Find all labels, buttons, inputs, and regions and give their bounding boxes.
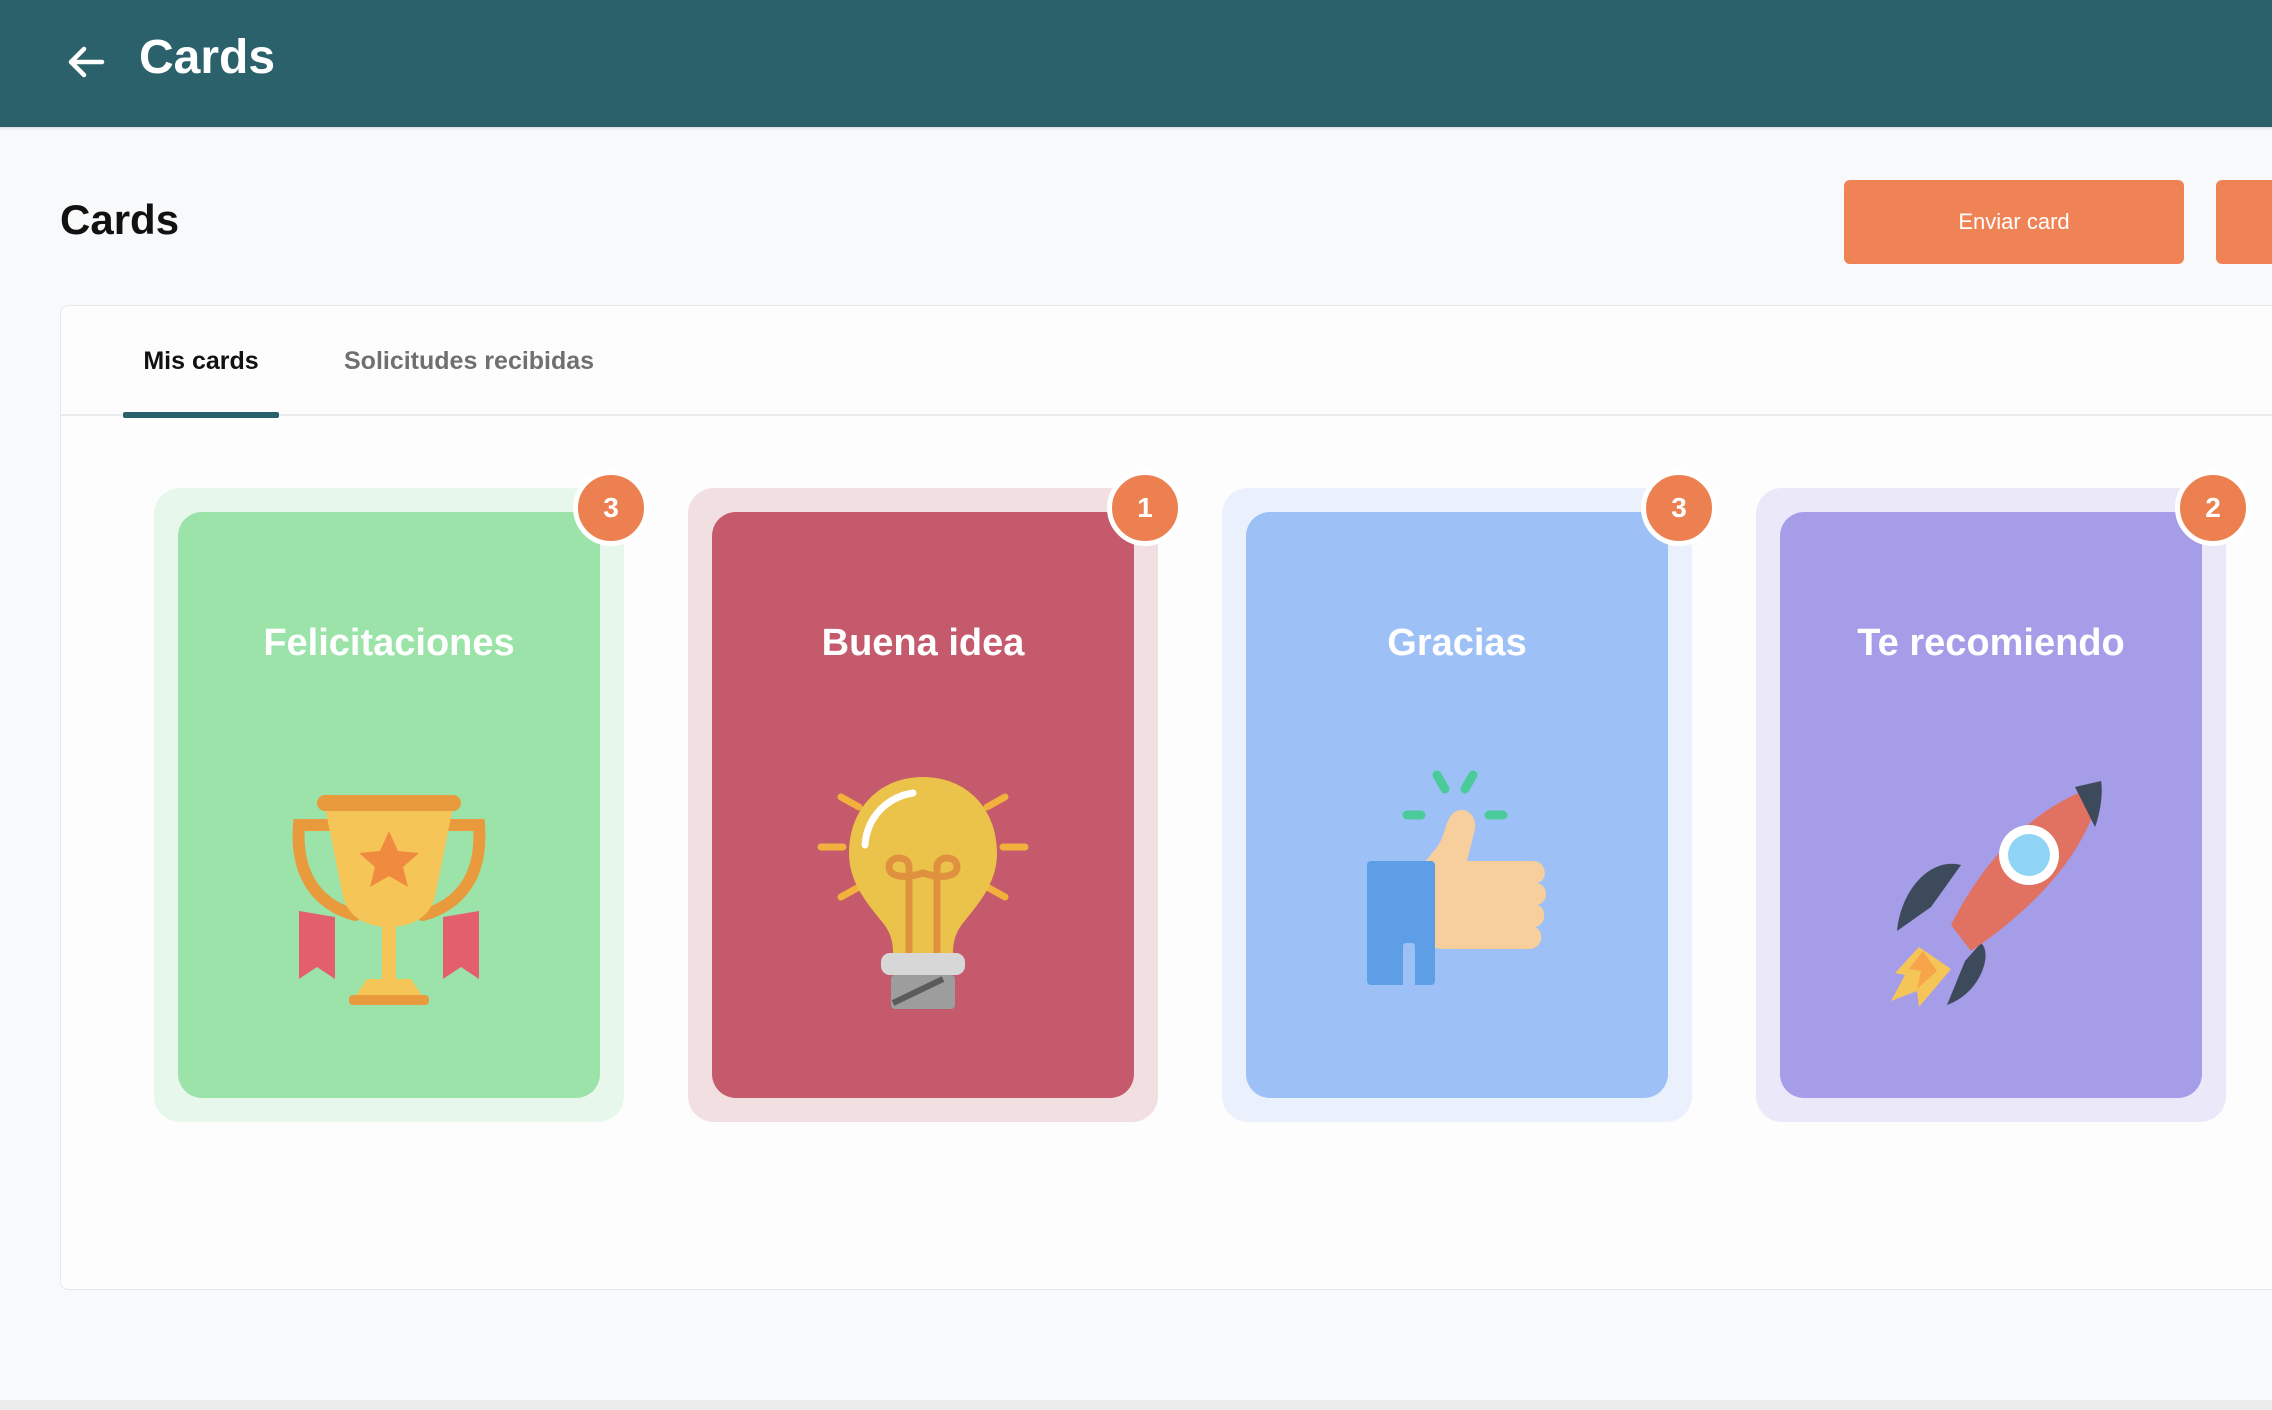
card-te-recomiendo[interactable]: Te recomiendo 2 bbox=[1756, 470, 2251, 1122]
card-face: Gracias bbox=[1246, 512, 1668, 1098]
card-face: Buena idea bbox=[712, 512, 1134, 1098]
arrow-left-icon bbox=[68, 46, 105, 78]
secondary-action-button[interactable] bbox=[2216, 180, 2272, 264]
top-app-bar: Cards bbox=[0, 0, 2272, 127]
rocket-icon bbox=[1891, 781, 2102, 1007]
tab-solicitudes-recibidas[interactable]: Solicitudes recibidas bbox=[344, 306, 594, 416]
trophy-icon bbox=[292, 795, 486, 1005]
card-title: Felicitaciones bbox=[263, 622, 515, 664]
card-gracias[interactable]: Gracias 3 bbox=[1222, 470, 1717, 1122]
card-title: Gracias bbox=[1387, 622, 1527, 664]
card-face: Te recomiendo bbox=[1780, 512, 2202, 1098]
send-card-button[interactable]: Enviar card bbox=[1844, 180, 2184, 264]
card-face: Felicitaciones bbox=[178, 512, 600, 1098]
bottom-divider bbox=[0, 1400, 2272, 1410]
card-title: Buena idea bbox=[821, 622, 1025, 664]
cards-panel: Mis cards Solicitudes recibidas Felicita… bbox=[60, 305, 2272, 1290]
count-badge: 1 bbox=[1107, 470, 1183, 546]
page-title: Cards bbox=[60, 196, 180, 243]
count-badge: 2 bbox=[2175, 470, 2251, 546]
card-felicitaciones[interactable]: Felicitaciones 3 bbox=[154, 470, 649, 1122]
lightbulb-icon bbox=[817, 777, 1029, 1009]
card-title: Te recomiendo bbox=[1857, 622, 2125, 664]
count-badge: 3 bbox=[573, 470, 649, 546]
thumbs-up-icon bbox=[1367, 770, 1546, 987]
card-buena-idea[interactable]: Buena idea 1 bbox=[688, 470, 1183, 1122]
back-button[interactable] bbox=[60, 36, 112, 88]
app-bar-title: Cards bbox=[139, 31, 276, 84]
count-badge: 3 bbox=[1641, 470, 1717, 546]
tab-mis-cards[interactable]: Mis cards bbox=[123, 306, 279, 418]
tab-bar: Mis cards Solicitudes recibidas bbox=[61, 306, 2272, 418]
